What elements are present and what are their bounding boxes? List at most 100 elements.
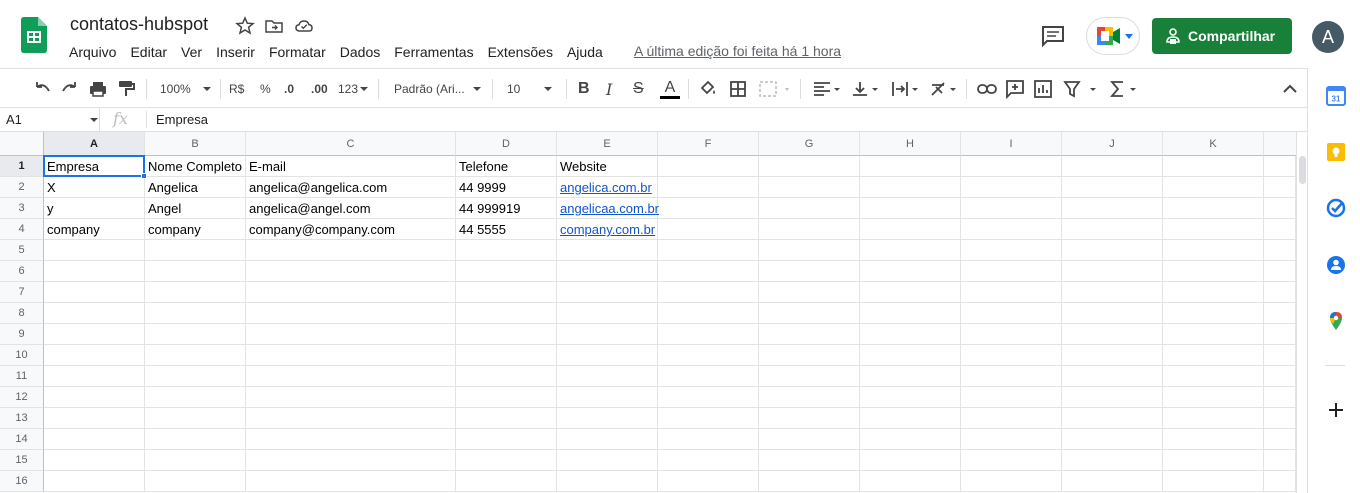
cell[interactable]: [44, 366, 145, 387]
cell[interactable]: [961, 240, 1062, 261]
cell[interactable]: [658, 450, 759, 471]
functions-icon[interactable]: [1108, 77, 1140, 101]
cell[interactable]: [860, 240, 961, 261]
cell[interactable]: [1163, 366, 1264, 387]
cell[interactable]: [658, 303, 759, 324]
cell[interactable]: [860, 408, 961, 429]
cell[interactable]: [246, 303, 456, 324]
cell[interactable]: [860, 219, 961, 240]
cell[interactable]: [1264, 156, 1296, 177]
cell[interactable]: [246, 366, 456, 387]
cell[interactable]: [145, 303, 246, 324]
more-formats-button[interactable]: 123: [338, 77, 369, 101]
row-header[interactable]: 12: [0, 387, 44, 408]
borders-icon[interactable]: [728, 77, 748, 101]
cell[interactable]: [1163, 198, 1264, 219]
menu-dados[interactable]: Dados: [333, 42, 387, 62]
menu-editar[interactable]: Editar: [123, 42, 174, 62]
cell[interactable]: [759, 429, 860, 450]
cell[interactable]: [1264, 450, 1296, 471]
cell[interactable]: [1264, 429, 1296, 450]
cell[interactable]: [1163, 345, 1264, 366]
cell[interactable]: [860, 261, 961, 282]
cell[interactable]: [1062, 408, 1163, 429]
cell[interactable]: [961, 261, 1062, 282]
cell[interactable]: [456, 450, 557, 471]
cell[interactable]: [557, 408, 658, 429]
cell[interactable]: [1062, 261, 1163, 282]
cell[interactable]: [145, 261, 246, 282]
cell[interactable]: Website: [557, 156, 658, 177]
cell[interactable]: [44, 303, 145, 324]
cell[interactable]: [961, 471, 1062, 492]
cell[interactable]: angelica@angel.com: [246, 198, 456, 219]
cell[interactable]: [44, 450, 145, 471]
cell[interactable]: [1264, 408, 1296, 429]
cell[interactable]: [658, 240, 759, 261]
cell[interactable]: [456, 261, 557, 282]
cell[interactable]: E-mail: [246, 156, 456, 177]
cell[interactable]: [557, 450, 658, 471]
cell[interactable]: [759, 177, 860, 198]
menu-ver[interactable]: Ver: [174, 42, 209, 62]
row-header[interactable]: 16: [0, 471, 44, 492]
formula-input[interactable]: Empresa: [156, 108, 208, 131]
cell[interactable]: Empresa: [44, 156, 145, 177]
add-icon[interactable]: [1326, 400, 1346, 420]
name-box[interactable]: A1: [0, 108, 100, 131]
column-header-e[interactable]: E: [557, 132, 658, 156]
cell[interactable]: [456, 324, 557, 345]
row-header[interactable]: 5: [0, 240, 44, 261]
insert-comment-icon[interactable]: [1004, 77, 1026, 101]
cell[interactable]: [246, 408, 456, 429]
cell[interactable]: [1264, 303, 1296, 324]
cell[interactable]: [44, 345, 145, 366]
cell[interactable]: [759, 345, 860, 366]
cell[interactable]: [759, 198, 860, 219]
row-header[interactable]: 10: [0, 345, 44, 366]
cell[interactable]: [759, 240, 860, 261]
cell[interactable]: [557, 345, 658, 366]
cell[interactable]: [145, 450, 246, 471]
cell[interactable]: Nome Completo: [145, 156, 246, 177]
cell[interactable]: 44 9999: [456, 177, 557, 198]
comment-history-icon[interactable]: [1040, 24, 1066, 48]
row-header[interactable]: 14: [0, 429, 44, 450]
cell[interactable]: [1163, 219, 1264, 240]
collapse-toolbar-icon[interactable]: [1280, 77, 1300, 101]
row-header[interactable]: 3: [0, 198, 44, 219]
cell[interactable]: [658, 429, 759, 450]
cell[interactable]: [456, 387, 557, 408]
horizontal-align-icon[interactable]: [812, 77, 844, 101]
cell[interactable]: [759, 471, 860, 492]
cell[interactable]: [145, 345, 246, 366]
vertical-scrollbar[interactable]: [1296, 132, 1307, 493]
cell[interactable]: [1062, 198, 1163, 219]
document-title[interactable]: contatos-hubspot: [70, 14, 208, 35]
cell[interactable]: [1062, 240, 1163, 261]
print-icon[interactable]: [88, 77, 108, 101]
cell[interactable]: [1264, 240, 1296, 261]
cell[interactable]: [44, 240, 145, 261]
cell[interactable]: [1062, 345, 1163, 366]
cell[interactable]: [145, 282, 246, 303]
cell[interactable]: [1062, 282, 1163, 303]
menu-formatar[interactable]: Formatar: [262, 42, 333, 62]
account-avatar[interactable]: A: [1312, 21, 1344, 53]
star-icon[interactable]: [235, 16, 255, 36]
cell[interactable]: [961, 303, 1062, 324]
cell[interactable]: [1163, 177, 1264, 198]
row-header[interactable]: 11: [0, 366, 44, 387]
cell[interactable]: [1062, 471, 1163, 492]
cell[interactable]: [1264, 219, 1296, 240]
cell[interactable]: 44 5555: [456, 219, 557, 240]
cell[interactable]: [961, 345, 1062, 366]
cell[interactable]: [658, 471, 759, 492]
strikethrough-icon[interactable]: S: [633, 77, 644, 101]
cell[interactable]: [1062, 324, 1163, 345]
fill-color-icon[interactable]: [698, 77, 718, 101]
cell[interactable]: [1264, 282, 1296, 303]
cell[interactable]: [1163, 324, 1264, 345]
cell[interactable]: [759, 303, 860, 324]
cell[interactable]: [860, 471, 961, 492]
